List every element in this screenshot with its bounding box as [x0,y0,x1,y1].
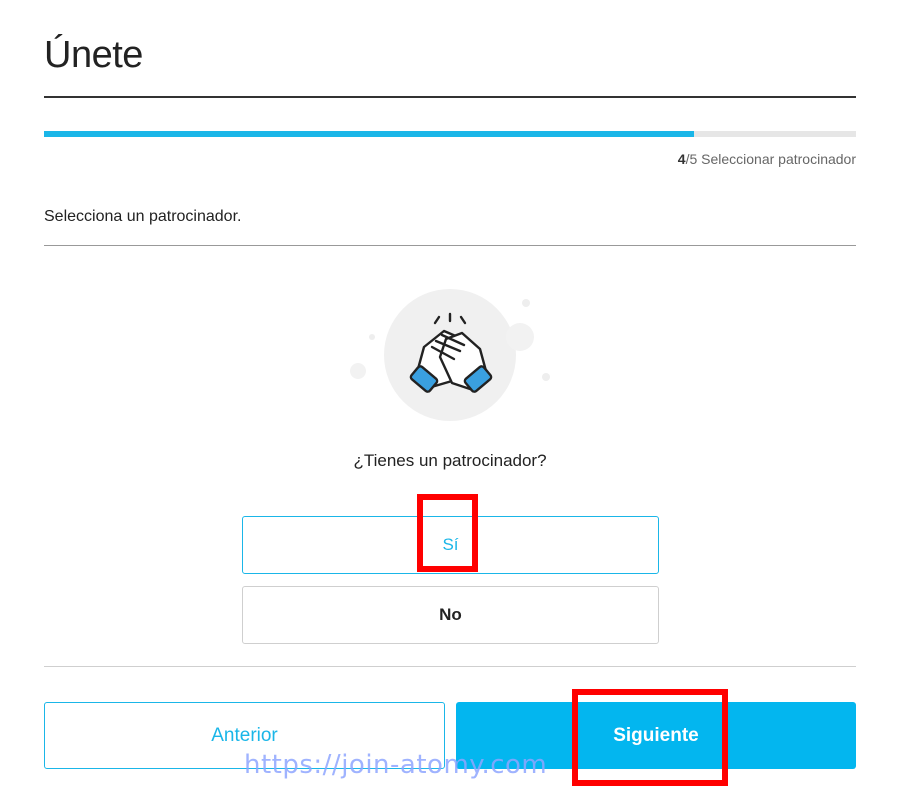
sponsor-question: ¿Tienes un patrocinador? [353,451,547,470]
yes-option-label: Sí [442,535,459,554]
handshake-icon [350,289,550,421]
page-title: Únete [44,34,143,76]
previous-button-label: Anterior [211,724,278,746]
step-label: /5 Seleccionar patrocinador [685,151,856,167]
next-button-label: Siguiente [613,724,699,746]
decor-dot [369,334,375,340]
decor-dot [542,373,550,381]
decor-dot [350,363,366,379]
instruction-text: Selecciona un patrocinador. [44,208,242,225]
step-indicator: 4/5 Seleccionar patrocinador [678,151,856,167]
step-current: 4 [677,151,686,167]
no-option-label: No [439,605,462,624]
no-option-button[interactable]: No [242,586,659,644]
watermark-text: https://join-atomy.com [244,750,548,780]
instruction-divider [44,245,856,246]
decor-dot [506,323,534,351]
progress-bar [44,131,856,137]
yes-option-button[interactable]: Sí [242,516,659,574]
decor-dot [522,299,530,307]
progress-bar-fill [44,131,694,137]
footer-divider [44,666,856,667]
title-divider [44,96,856,98]
